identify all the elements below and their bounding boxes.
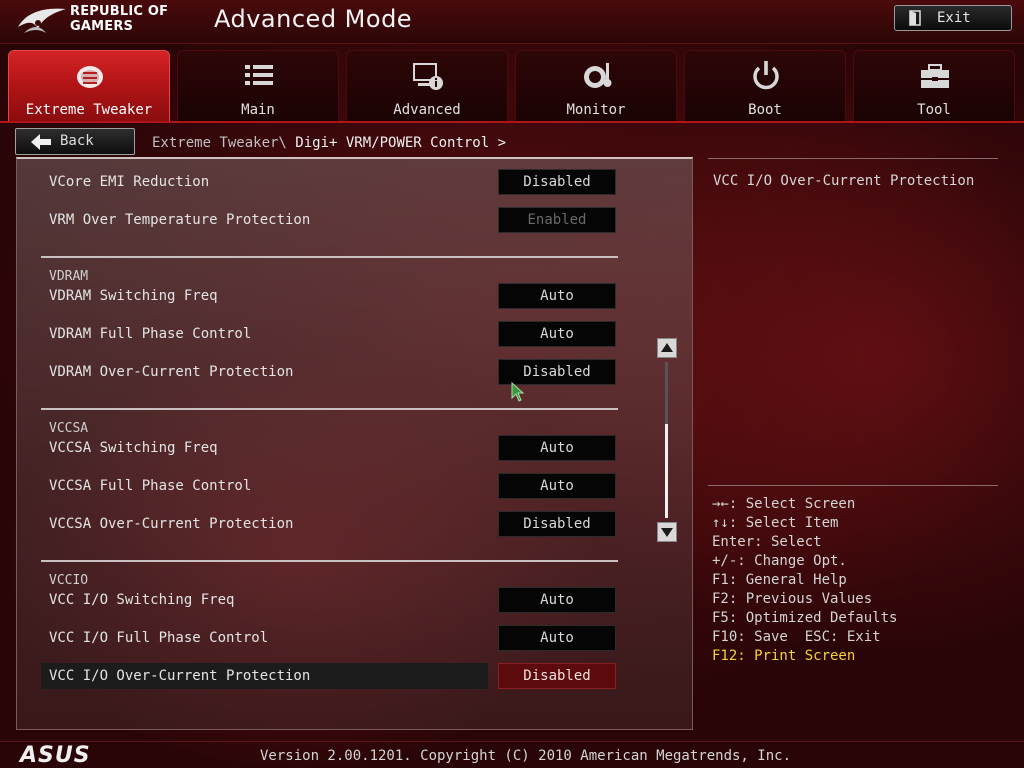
footer-divider (0, 741, 1024, 742)
toolbox-icon (921, 64, 949, 88)
hotkey-enter: Enter: Select (712, 534, 822, 550)
setting-label: VCCSA Full Phase Control (49, 478, 252, 494)
setting-row-vccio-switching-freq[interactable]: VCC I/O Switching Freq Auto (41, 587, 641, 613)
hotkey-change-option: +/-: Change Opt. (712, 553, 847, 569)
power-icon (753, 61, 779, 90)
scroll-up-button[interactable] (657, 338, 677, 358)
settings-panel: VCore EMI Reduction Disabled VRM Over Te… (16, 157, 693, 730)
breadcrumb-parent[interactable]: Extreme Tweaker\ (152, 135, 295, 151)
section-divider (41, 560, 618, 562)
help-description: VCC I/O Over-Current Protection (713, 173, 975, 189)
scrollbar-thumb[interactable] (665, 424, 668, 518)
setting-row-vccio-full-phase-control[interactable]: VCC I/O Full Phase Control Auto (41, 625, 641, 651)
setting-label: VDRAM Switching Freq (49, 288, 218, 304)
setting-row-vrm-over-temperature-protection: VRM Over Temperature Protection Enabled (41, 207, 641, 233)
breadcrumb: Extreme Tweaker\ Digi+ VRM/POWER Control… (152, 135, 506, 151)
setting-value-button[interactable]: Auto (498, 625, 616, 651)
tab-strip-divider (0, 121, 1024, 123)
list-icon (245, 65, 273, 85)
back-label: Back (60, 133, 94, 149)
hotkey-legend: →←: Select Screen ↑↓: Select Item Enter:… (712, 495, 1002, 666)
hotkey-previous-values: F2: Previous Values (712, 591, 873, 607)
hotkey-save-exit: F10: Save ESC: Exit (712, 629, 881, 645)
rog-logo-icon (18, 8, 66, 33)
setting-label: VCore EMI Reduction (49, 174, 210, 190)
setting-row-vdram-over-current-protection[interactable]: VDRAM Over-Current Protection Disabled (41, 359, 641, 385)
hotkey-select-screen: →←: Select Screen (712, 496, 856, 512)
mouse-pointer-icon (511, 382, 525, 402)
setting-value-button[interactable]: Auto (498, 283, 616, 309)
setting-row-vccsa-full-phase-control[interactable]: VCCSA Full Phase Control Auto (41, 473, 641, 499)
setting-label: VDRAM Over-Current Protection (49, 364, 294, 380)
hotkey-print-screen: F12: Print Screen (712, 648, 856, 664)
back-arrow-icon (31, 134, 51, 150)
setting-row-vccsa-over-current-protection[interactable]: VCCSA Over-Current Protection Disabled (41, 511, 641, 537)
back-button[interactable]: Back (15, 128, 135, 155)
hotkey-optimized-defaults: F5: Optimized Defaults (712, 610, 898, 626)
section-divider (41, 256, 618, 258)
triangle-up-icon (661, 343, 673, 352)
scroll-down-button[interactable] (657, 522, 677, 542)
setting-label: VCCSA Switching Freq (49, 440, 218, 456)
breadcrumb-current: Digi+ VRM/POWER Control > (295, 135, 507, 151)
setting-label: VCC I/O Full Phase Control (49, 630, 269, 646)
setting-value-button[interactable]: Disabled (498, 511, 616, 537)
setting-label: VRM Over Temperature Protection (49, 212, 311, 228)
hotkey-select-item: ↑↓: Select Item (712, 515, 839, 531)
tab-label: Advanced (393, 102, 461, 118)
tab-extreme-tweaker[interactable]: Extreme Tweaker (8, 50, 170, 122)
setting-row-vccsa-switching-freq[interactable]: VCCSA Switching Freq Auto (41, 435, 641, 461)
setting-label: VCC I/O Switching Freq (49, 592, 235, 608)
tab-tool[interactable]: Tool (853, 50, 1015, 122)
setting-row-vccio-over-current-protection[interactable]: VCC I/O Over-Current Protection Disabled (41, 663, 641, 689)
tab-boot[interactable]: Boot (684, 50, 846, 122)
brand-name: REPUBLIC OF GAMERS (70, 4, 168, 34)
setting-row-vdram-full-phase-control[interactable]: VDRAM Full Phase Control Auto (41, 321, 641, 347)
setting-value-button[interactable]: Auto (498, 435, 616, 461)
help-divider-mid (708, 485, 998, 486)
setting-value-button[interactable]: Auto (498, 321, 616, 347)
setting-value-button-selected[interactable]: Disabled (498, 663, 616, 689)
setting-value-button[interactable]: Disabled (498, 169, 616, 195)
exit-label: Exit (937, 10, 971, 26)
tab-advanced[interactable]: Advanced (346, 50, 508, 122)
tab-label: Tool (917, 102, 951, 118)
help-divider-top (708, 158, 998, 159)
hotkey-general-help: F1: General Help (712, 572, 847, 588)
tab-monitor[interactable]: Monitor (515, 50, 677, 122)
exit-button[interactable]: Exit (894, 5, 1012, 31)
extreme-tweaker-icon (77, 66, 103, 88)
setting-label: VCCSA Over-Current Protection (49, 516, 294, 532)
setting-value-button[interactable]: Auto (498, 587, 616, 613)
brand-line-1: REPUBLIC OF (70, 4, 169, 19)
monitor-gauge-icon (584, 63, 612, 88)
brand-line-2: GAMERS (70, 19, 134, 34)
tab-label: Extreme Tweaker (25, 102, 153, 118)
setting-label: VDRAM Full Phase Control (49, 326, 252, 342)
footer-version-text: Version 2.00.1201. Copyright (C) 2010 Am… (260, 748, 792, 764)
advanced-settings-icon (413, 63, 443, 90)
exit-door-icon (909, 10, 921, 26)
setting-value-disabled: Enabled (498, 207, 616, 233)
setting-value-button[interactable]: Auto (498, 473, 616, 499)
tab-main[interactable]: Main (177, 50, 339, 122)
tab-label: Monitor (566, 102, 626, 118)
setting-label: VCC I/O Over-Current Protection (49, 668, 311, 684)
asus-logo-icon: ASUS (18, 743, 91, 765)
svg-text:ASUS: ASUS (18, 743, 91, 765)
tab-label: Main (241, 102, 275, 118)
setting-row-vdram-switching-freq[interactable]: VDRAM Switching Freq Auto (41, 283, 641, 309)
page-title: Advanced Mode (214, 5, 413, 33)
tab-label: Boot (748, 102, 782, 118)
triangle-down-icon (661, 528, 673, 537)
section-divider (41, 408, 618, 410)
setting-row-vcore-emi-reduction[interactable]: VCore EMI Reduction Disabled (41, 169, 641, 195)
